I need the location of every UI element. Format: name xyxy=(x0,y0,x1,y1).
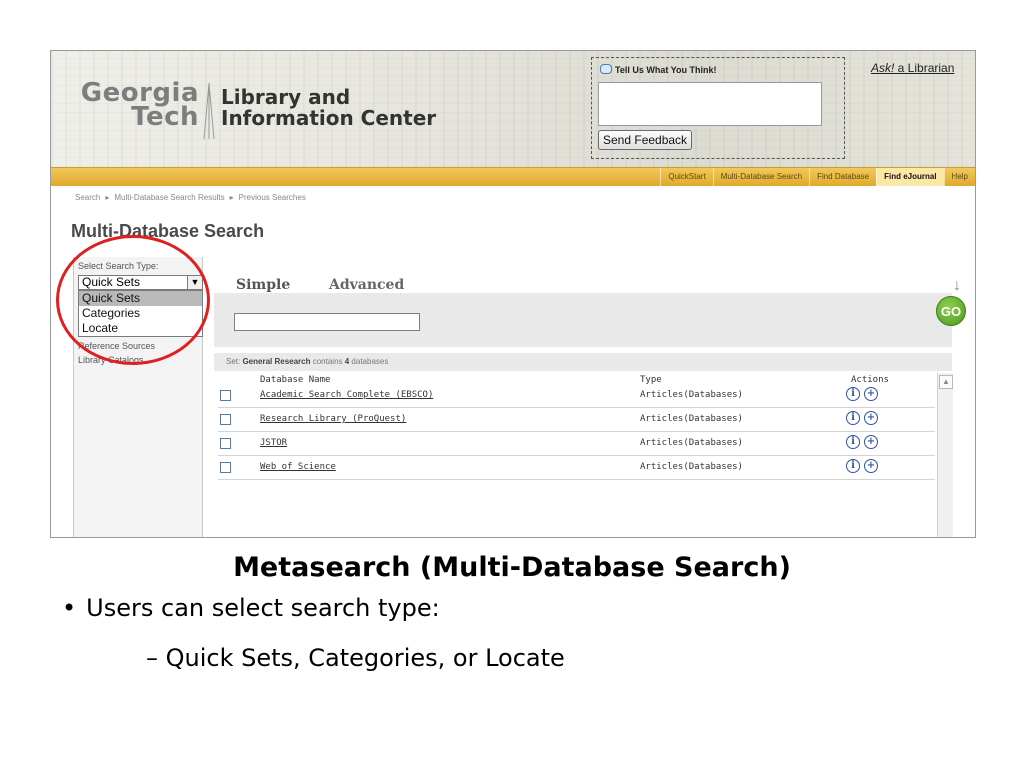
breadcrumb-separator-icon: ▸ xyxy=(105,193,110,202)
database-type: Articles(Databases) xyxy=(640,390,743,400)
bullet-text: Users can select search type: xyxy=(86,594,440,622)
breadcrumb-item[interactable]: Previous Searches xyxy=(239,193,306,202)
nav-item-quickstart[interactable]: QuickStart xyxy=(660,168,712,186)
scroll-up-icon[interactable]: ▲ xyxy=(939,375,953,389)
info-icon[interactable]: i xyxy=(846,387,860,401)
add-icon[interactable]: + xyxy=(864,387,878,401)
logo-divider-icon xyxy=(203,83,215,139)
info-icon[interactable]: i xyxy=(846,459,860,473)
column-header-type: Type xyxy=(640,375,662,385)
screenshot-frame: Georgia Tech Library and Information Cen… xyxy=(50,50,976,538)
top-nav-items: QuickStart Multi-Database Search Find Data… xyxy=(660,168,975,186)
ask-a-librarian-link[interactable]: Ask! a Librarian xyxy=(871,61,954,75)
library-line1: Library and xyxy=(221,85,351,109)
nav-item-help[interactable]: Help xyxy=(943,168,975,186)
database-type: Articles(Databases) xyxy=(640,414,743,424)
set-name: General Research xyxy=(242,357,311,366)
feedback-textarea[interactable] xyxy=(598,82,822,126)
row-checkbox[interactable] xyxy=(220,390,231,401)
down-arrow-icon: ↓ xyxy=(953,277,961,294)
database-name-link[interactable]: JSTOR xyxy=(260,438,287,448)
ask-em: Ask! xyxy=(871,61,895,75)
table-row: Web of Science Articles(Databases) i + xyxy=(218,457,935,480)
set-prefix: Set: xyxy=(226,357,243,366)
speech-bubble-icon xyxy=(600,64,612,74)
database-type: Articles(Databases) xyxy=(640,462,743,472)
row-checkbox[interactable] xyxy=(220,438,231,449)
column-header-actions: Actions xyxy=(851,375,889,385)
add-icon[interactable]: + xyxy=(864,459,878,473)
table-scrollbar[interactable]: ▲ xyxy=(937,373,953,537)
library-logo-text[interactable]: Library and Information Center xyxy=(221,87,436,129)
search-bar xyxy=(214,293,952,347)
column-header-name: Database Name xyxy=(260,375,331,385)
send-feedback-button[interactable]: Send Feedback xyxy=(598,130,693,150)
library-line2: Information Center xyxy=(221,106,437,130)
database-name-link[interactable]: Research Library (ProQuest) xyxy=(260,414,406,424)
georgia-tech-logo[interactable]: Georgia Tech xyxy=(65,80,199,132)
breadcrumb: Search ▸ Multi-Database Search Results ▸ Pre… xyxy=(75,193,311,202)
logo-tech: Tech xyxy=(131,102,199,132)
add-icon[interactable]: + xyxy=(864,435,878,449)
set-tail: databases xyxy=(349,357,389,366)
info-icon[interactable]: i xyxy=(846,435,860,449)
search-input[interactable] xyxy=(234,313,420,331)
search-type-selected: Quick Sets xyxy=(82,275,141,289)
dropdown-option-quick-sets[interactable]: Quick Sets xyxy=(79,291,202,306)
feedback-title: Tell Us What You Think! xyxy=(600,64,717,75)
feedback-title-text: Tell Us What You Think! xyxy=(615,65,717,75)
search-type-select[interactable]: Quick Sets ▼ xyxy=(78,275,203,290)
database-name-link[interactable]: Academic Search Complete (EBSCO) xyxy=(260,390,433,400)
nav-item-find-ejournal[interactable]: Find eJournal xyxy=(876,168,944,186)
set-info: Set: General Research contains 4 databas… xyxy=(214,353,952,371)
search-type-dropdown: Quick Sets Categories Locate xyxy=(78,290,203,337)
sidebar-item-library-catalogs[interactable]: Library Catalogs xyxy=(78,355,144,365)
bullet-point: • Users can select search type: xyxy=(62,594,440,622)
breadcrumb-item[interactable]: Multi-Database Search Results xyxy=(114,193,224,202)
table-row: Research Library (ProQuest) Articles(Data… xyxy=(218,409,935,432)
bullet-dot-icon: • xyxy=(62,594,77,622)
search-type-label: Select Search Type: xyxy=(78,261,159,271)
nav-item-multi-database-search[interactable]: Multi-Database Search xyxy=(712,168,809,186)
tab-advanced[interactable]: Advanced xyxy=(329,277,404,293)
table-row: Academic Search Complete (EBSCO) Articles… xyxy=(218,385,935,408)
row-checkbox[interactable] xyxy=(220,462,231,473)
table-row: JSTOR Articles(Databases) i + xyxy=(218,433,935,456)
database-type: Articles(Databases) xyxy=(640,438,743,448)
sub-bullet: – Quick Sets, Categories, or Locate xyxy=(146,644,565,672)
set-suffix: contains xyxy=(310,357,345,366)
site-banner: Georgia Tech Library and Information Cen… xyxy=(51,51,975,167)
breadcrumb-separator-icon: ▸ xyxy=(229,193,234,202)
slide-title: Metasearch (Multi-Database Search) xyxy=(233,552,791,583)
ask-rest: a Librarian xyxy=(894,61,955,75)
chevron-down-icon[interactable]: ▼ xyxy=(187,276,202,289)
top-nav: QuickStart Multi-Database Search Find Data… xyxy=(51,167,975,186)
database-name-link[interactable]: Web of Science xyxy=(260,462,336,472)
dropdown-option-categories[interactable]: Categories xyxy=(79,306,202,321)
main-panel: Simple Advanced Set: General Research co… xyxy=(214,257,953,537)
info-icon[interactable]: i xyxy=(846,411,860,425)
sidebar: Select Search Type: Quick Sets ▼ Quick S… xyxy=(73,257,203,537)
row-checkbox[interactable] xyxy=(220,414,231,425)
nav-item-find-database[interactable]: Find Database xyxy=(809,168,876,186)
breadcrumb-item[interactable]: Search xyxy=(75,193,100,202)
feedback-box: Tell Us What You Think! Send Feedback xyxy=(591,57,845,159)
go-button[interactable]: GO xyxy=(936,296,966,326)
page-title: Multi-Database Search xyxy=(71,221,265,241)
dropdown-option-locate[interactable]: Locate xyxy=(79,321,202,336)
add-icon[interactable]: + xyxy=(864,411,878,425)
sidebar-item-reference-sources[interactable]: Reference Sources xyxy=(78,341,155,351)
tab-simple[interactable]: Simple xyxy=(236,277,290,293)
